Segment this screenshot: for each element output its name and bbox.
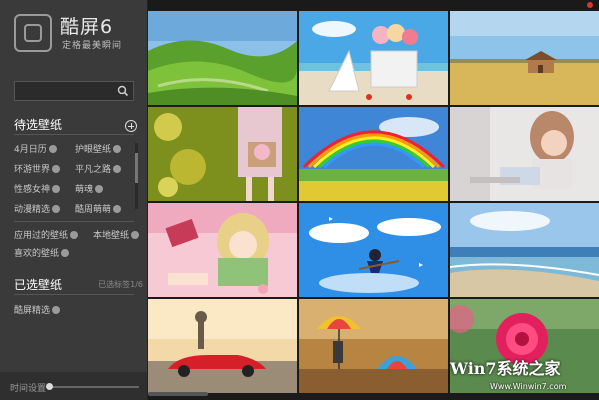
divider	[14, 221, 134, 222]
link-label: 应用过的壁纸	[14, 231, 69, 241]
tag-label: 平凡之路	[75, 165, 112, 175]
tag-label: 环游世界	[14, 165, 51, 175]
link-status-icon	[70, 230, 79, 239]
selected-tag-item[interactable]: 酷屏精选	[14, 303, 61, 316]
tag-status-icon	[113, 204, 122, 213]
wallpaper-tile-anime-girl[interactable]	[148, 203, 297, 297]
wallpaper-tile-anime-witch-sky[interactable]	[299, 203, 448, 297]
tag-label: 酷周萌萌	[75, 205, 112, 215]
selected-count: 已选标签1/6	[98, 280, 143, 289]
tag-label: 萌魂	[75, 185, 94, 195]
wallpaper-tile-flower-field-girl[interactable]	[148, 107, 297, 201]
app-window: 酷屏6 定格最美瞬间 待选壁纸 4月日历 护眼壁纸 环游世界 平凡之路 性感女神…	[0, 0, 599, 400]
tag-item[interactable]: 酷周萌萌	[75, 202, 122, 215]
divider	[14, 294, 134, 295]
time-slider-knob[interactable]	[46, 383, 53, 390]
sidebar: 酷屏6 定格最美瞬间 待选壁纸 4月日历 护眼壁纸 环游世界 平凡之路 性感女神…	[0, 0, 148, 400]
link-applied-wallpapers[interactable]: 应用过的壁纸	[14, 228, 79, 241]
wallpaper-tile-beach-coast[interactable]	[450, 203, 599, 297]
tag-item[interactable]: 萌魂	[75, 182, 104, 195]
search-input[interactable]	[17, 83, 117, 99]
search-box	[14, 81, 134, 101]
app-slogan: 定格最美瞬间	[62, 41, 123, 51]
bottom-bar: 时间设置	[0, 372, 147, 400]
wallpaper-tile-prairie-barn[interactable]	[450, 11, 599, 105]
app-title: 酷屏6	[60, 16, 114, 38]
tag-status-icon	[113, 144, 122, 153]
tag-status-icon	[52, 164, 61, 173]
wallpaper-tile-green-hills[interactable]	[148, 11, 297, 105]
tag-scrollbar[interactable]	[135, 143, 138, 209]
wallpaper-tile-umbrella-autumn[interactable]	[299, 299, 448, 393]
tag-item[interactable]: 护眼壁纸	[75, 142, 122, 155]
remove-tag-icon[interactable]	[52, 305, 61, 314]
search-icon[interactable]	[116, 84, 130, 98]
grid-scrollbar[interactable]	[148, 392, 208, 396]
wallpaper-tile-young-woman-portrait[interactable]	[450, 107, 599, 201]
time-slider[interactable]	[46, 383, 139, 390]
time-settings-label: 时间设置	[10, 384, 47, 394]
divider	[14, 134, 134, 135]
tag-status-icon	[52, 204, 61, 213]
link-status-icon	[131, 230, 140, 239]
app-logo-icon	[14, 14, 52, 52]
tag-item[interactable]: 性感女神	[14, 182, 61, 195]
watermark-brand: Win7系统之家	[450, 359, 561, 378]
link-liked-wallpapers[interactable]: 喜欢的壁纸	[14, 246, 70, 259]
title-bar	[148, 0, 599, 10]
link-label: 本地壁纸	[93, 231, 130, 241]
tag-status-icon	[52, 184, 61, 193]
tag-item[interactable]: 4月日历	[14, 142, 57, 155]
link-label: 喜欢的壁纸	[14, 249, 60, 259]
close-icon[interactable]	[587, 2, 593, 8]
tag-status-icon	[113, 164, 122, 173]
wallpaper-tile-ice-cream-beach[interactable]	[299, 11, 448, 105]
watermark-url: Www.Winwin7.com	[490, 382, 567, 391]
wallpaper-grid	[148, 11, 599, 400]
tag-item[interactable]: 动漫精选	[14, 202, 61, 215]
link-local-wallpapers[interactable]: 本地壁纸	[93, 228, 140, 241]
section-title-wallpapers: 待选壁纸	[14, 118, 63, 132]
wallpaper-tile-rainbow-meadow[interactable]	[299, 107, 448, 201]
tag-status-icon	[95, 184, 104, 193]
tag-label: 性感女神	[14, 185, 51, 195]
tag-item[interactable]: 平凡之路	[75, 162, 122, 175]
add-category-icon[interactable]	[125, 120, 137, 132]
wallpaper-tile-red-sports-car[interactable]	[148, 299, 297, 393]
tag-status-icon	[48, 144, 57, 153]
tag-label: 护眼壁纸	[75, 145, 112, 155]
link-status-icon	[61, 248, 70, 257]
tag-label: 4月日历	[14, 145, 47, 155]
tag-scrollbar-thumb[interactable]	[135, 153, 138, 183]
tag-label: 酷屏精选	[14, 306, 51, 316]
section-title-selected: 已选壁纸	[14, 278, 63, 292]
tag-label: 动漫精选	[14, 205, 51, 215]
tag-item[interactable]: 环游世界	[14, 162, 61, 175]
